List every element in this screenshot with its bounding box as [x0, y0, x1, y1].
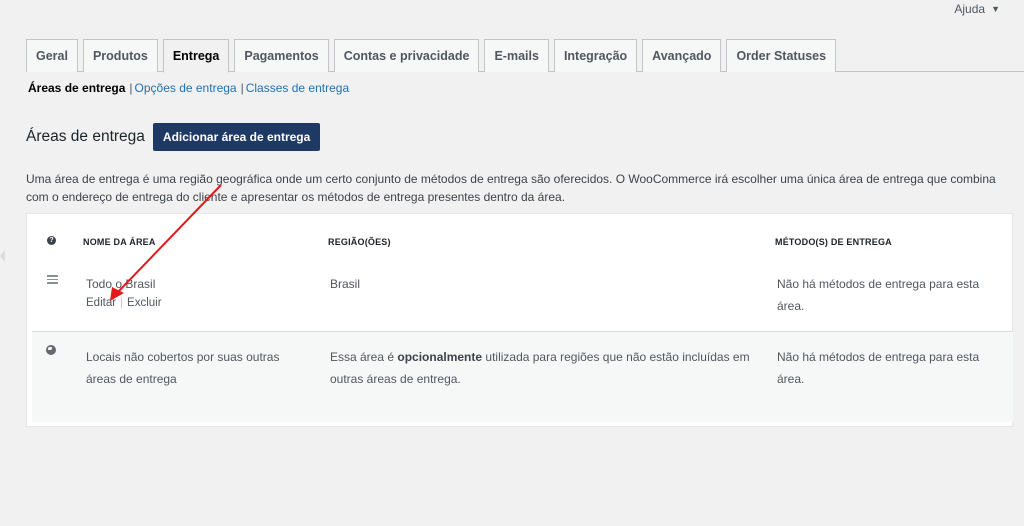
tab-integration[interactable]: Integração: [553, 39, 638, 72]
other-zone-region: Essa área é opcionalmente utilizada para…: [330, 346, 750, 390]
collapse-menu-nub: [0, 250, 5, 262]
row-actions-separator: |: [120, 297, 124, 309]
drag-handle-icon[interactable]: [47, 275, 58, 284]
tab-order-statuses[interactable]: Order Statuses: [726, 39, 837, 72]
edit-zone-link[interactable]: Editar: [86, 297, 116, 309]
page-description: Uma área de entrega é uma região geográf…: [26, 172, 996, 204]
settings-tabs: Geral Produtos Entrega Pagamentos Contas…: [26, 39, 1024, 73]
tab-advanced[interactable]: Avançado: [642, 39, 722, 72]
shipping-subnav: Áreas de entrega | Opções de entrega | C…: [28, 81, 349, 95]
table-row-other-locations: Locais não cobertos por suas outras área…: [32, 331, 1013, 422]
subnav-separator: |: [129, 81, 133, 95]
zone-shipping-methods: Não há métodos de entrega para esta área…: [777, 277, 980, 313]
help-tab-toggle[interactable]: Ajuda ▼: [954, 2, 1000, 16]
tab-shipping[interactable]: Entrega: [162, 39, 230, 73]
subnav-separator: |: [240, 81, 244, 95]
help-label: Ajuda: [954, 2, 986, 16]
other-zone-region-pre: Essa área é: [330, 350, 398, 364]
tab-accounts-privacy[interactable]: Contas e privacidade: [333, 39, 480, 72]
other-zone-name: Locais não cobertos por suas outras área…: [86, 350, 280, 386]
help-icon[interactable]: ?: [47, 236, 56, 245]
tab-payments[interactable]: Pagamentos: [234, 39, 329, 72]
delete-zone-link[interactable]: Excluir: [127, 297, 162, 309]
tab-products[interactable]: Produtos: [82, 39, 158, 72]
caret-down-icon: ▼: [991, 4, 1000, 14]
row-actions: Editar | Excluir: [86, 297, 162, 309]
page-title: Áreas de entrega: [26, 128, 145, 145]
table-row[interactable]: Todo o Brasil Editar | Excluir Brasil Nã…: [27, 260, 1012, 330]
column-header-regions: REGIÃO(ÕES): [328, 237, 391, 247]
subnav-shipping-options[interactable]: Opções de entrega: [135, 81, 237, 95]
subnav-shipping-classes[interactable]: Classes de entrega: [246, 81, 349, 95]
page-header: Áreas de entrega Adicionar área de entre…: [26, 123, 321, 151]
column-header-zone-name: NOME DA ÁREA: [83, 237, 156, 247]
tab-general[interactable]: Geral: [26, 39, 78, 72]
other-zone-shipping-methods: Não há métodos de entrega para esta área…: [777, 350, 980, 386]
add-shipping-zone-button[interactable]: Adicionar área de entrega: [152, 123, 321, 151]
zone-region: Brasil: [330, 277, 361, 291]
tab-emails[interactable]: E-mails: [484, 39, 549, 72]
globe-icon: [46, 345, 56, 355]
column-header-shipping-methods: MÉTODO(S) DE ENTREGA: [775, 237, 892, 247]
subnav-shipping-zones[interactable]: Áreas de entrega: [28, 81, 125, 95]
shipping-zones-table: ? NOME DA ÁREA REGIÃO(ÕES) MÉTODO(S) DE …: [26, 213, 1013, 427]
zone-name[interactable]: Todo o Brasil: [86, 273, 155, 295]
other-zone-region-emphasis: opcionalmente: [397, 350, 483, 364]
